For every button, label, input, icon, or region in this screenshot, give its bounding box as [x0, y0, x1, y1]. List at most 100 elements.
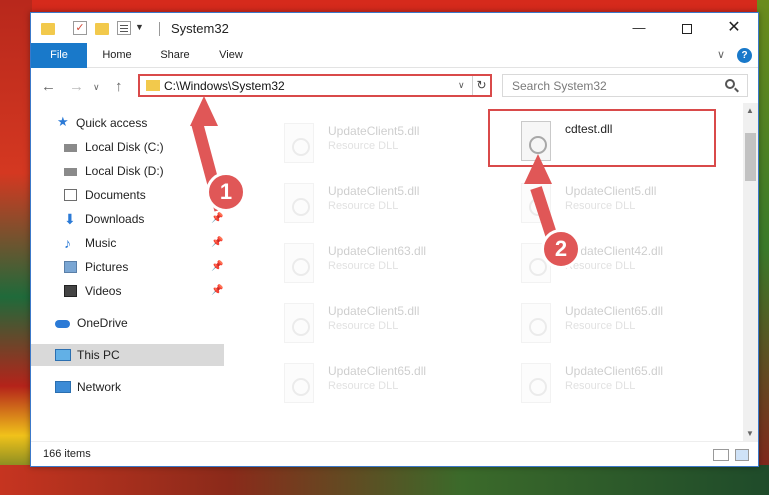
- sidebar-item-label: Documents: [85, 188, 146, 202]
- list-item[interactable]: UpdateClient5.dll Resource DLL: [493, 183, 718, 239]
- sidebar-item-label: OneDrive: [77, 316, 128, 330]
- list-item[interactable]: UpdateClient65.dll Resource DLL: [493, 363, 718, 419]
- sidebar-item-local-disk-d[interactable]: Local Disk (D:): [31, 160, 224, 182]
- documents-icon: [64, 189, 77, 201]
- pin-icon[interactable]: 📌: [211, 232, 223, 254]
- dll-file-icon: [284, 243, 314, 283]
- sidebar-item-onedrive[interactable]: OneDrive: [31, 312, 224, 334]
- computer-icon: [55, 349, 71, 361]
- search-icon[interactable]: [725, 79, 735, 89]
- star-icon: ★: [57, 114, 69, 129]
- quick-access-dropdown-icon[interactable]: ▼: [135, 22, 144, 38]
- properties-check-icon[interactable]: ✓: [73, 21, 87, 35]
- address-path[interactable]: C:\Windows\System32: [164, 79, 285, 93]
- customize-toolbar-icon[interactable]: [117, 21, 131, 35]
- sidebar-item-music[interactable]: ♪ Music 📌: [31, 232, 224, 254]
- sidebar-item-documents[interactable]: Documents: [31, 184, 224, 206]
- maximize-icon: [682, 23, 692, 34]
- tab-share[interactable]: Share: [155, 43, 195, 68]
- large-icons-view-icon[interactable]: [735, 449, 749, 461]
- new-folder-icon[interactable]: [95, 23, 109, 35]
- pin-icon[interactable]: 📌: [211, 256, 223, 278]
- file-name: UpdateClient5.dll: [328, 184, 420, 198]
- close-button[interactable]: ✕: [711, 13, 757, 43]
- file-type: Resource DLL: [328, 200, 399, 212]
- list-item[interactable]: UpdateClient5.dll Resource DLL: [256, 123, 481, 179]
- sidebar-item-label: Music: [85, 236, 117, 250]
- sidebar-item-network[interactable]: Network: [31, 376, 224, 398]
- help-icon[interactable]: ?: [737, 48, 752, 63]
- sidebar-item-label: Network: [77, 380, 122, 394]
- sidebar-item-this-pc[interactable]: This PC: [31, 344, 224, 366]
- back-button[interactable]: ←: [41, 78, 56, 95]
- tab-file[interactable]: File: [31, 43, 87, 68]
- sidebar-item-videos[interactable]: Videos 📌: [31, 280, 224, 302]
- list-item[interactable]: UpdateClient5.dll Resource DLL: [256, 303, 481, 359]
- minimize-button[interactable]: —: [616, 13, 662, 43]
- sidebar-item-label: Pictures: [85, 260, 129, 274]
- scroll-up-icon[interactable]: ▲: [746, 106, 754, 115]
- desktop-wallpaper-left: [0, 0, 32, 495]
- cloud-icon: [55, 320, 70, 328]
- list-item[interactable]: UpdateClient5.dll Resource DLL: [256, 183, 481, 239]
- tab-view[interactable]: View: [211, 43, 251, 68]
- annotation-badge-1: 1: [206, 172, 246, 212]
- forward-button[interactable]: →: [69, 78, 84, 95]
- title-bar: ✓ ▼ System32 — ✕: [31, 13, 758, 43]
- scroll-down-icon[interactable]: ▼: [746, 429, 754, 438]
- sidebar-item-label: This PC: [77, 348, 120, 362]
- scroll-thumb[interactable]: [745, 133, 756, 181]
- file-type: Resource DLL: [328, 380, 399, 392]
- search-input[interactable]: Search System32: [502, 74, 748, 97]
- tab-home[interactable]: Home: [95, 43, 139, 68]
- maximize-button[interactable]: [664, 13, 710, 43]
- sidebar-item-label: Videos: [85, 284, 122, 298]
- dll-file-icon: [284, 363, 314, 403]
- annotation-arrowhead-1: [190, 96, 218, 126]
- file-name: UpdateClient65.dll: [328, 364, 427, 378]
- videos-icon: [64, 285, 77, 297]
- desktop-wallpaper-bottom: [0, 465, 769, 495]
- expand-ribbon-icon[interactable]: ∨: [717, 48, 725, 61]
- file-name: UpdateClient63.dll: [328, 244, 427, 258]
- sidebar-item-label: Downloads: [85, 212, 145, 226]
- cdtest-highlight-box: [488, 109, 716, 167]
- address-bar[interactable]: C:\Windows\System32 ∨ ↻: [138, 74, 492, 97]
- refresh-button[interactable]: ↻: [472, 76, 490, 95]
- address-folder-icon: [146, 80, 160, 91]
- window-title: System32: [171, 21, 229, 36]
- up-button[interactable]: ↑: [115, 78, 123, 95]
- details-view-icon[interactable]: [713, 449, 729, 461]
- recent-locations-icon[interactable]: ∨: [93, 82, 100, 93]
- annotation-arrowhead-2: [524, 154, 552, 184]
- network-icon: [55, 381, 71, 393]
- pin-icon[interactable]: 📌: [211, 280, 223, 302]
- file-type: Resource DLL: [328, 260, 399, 272]
- search-placeholder: Search System32: [512, 79, 607, 93]
- list-item[interactable]: UpdateClient65.dll Resource DLL: [256, 363, 481, 419]
- ribbon-tabs: File Home Share View ∨ ?: [31, 43, 758, 68]
- folder-icon: [41, 23, 55, 35]
- sidebar-item-pictures[interactable]: Pictures 📌: [31, 256, 224, 278]
- vertical-scrollbar[interactable]: ▲ ▼: [743, 103, 758, 441]
- file-type: Resource DLL: [565, 380, 636, 392]
- file-name: UpdateClient65.dll: [565, 304, 664, 318]
- dll-file-icon: [521, 303, 551, 343]
- list-item[interactable]: UpdateClient63.dll Resource DLL: [256, 243, 481, 299]
- navigation-pane: ★ Quick access Local Disk (C:) Local Dis…: [31, 103, 226, 441]
- list-item[interactable]: UpdateClient42.dll Resource DLL: [493, 243, 718, 299]
- navigation-bar: ← → ∨ ↑ C:\Windows\System32 ∨ ↻ Search S…: [31, 69, 758, 103]
- file-list: UpdateClient5.dll Resource DLL cdtest.dl…: [226, 103, 743, 441]
- title-separator: [159, 22, 160, 36]
- file-name: UpdateClient65.dll: [565, 364, 664, 378]
- file-type: Resource DLL: [328, 320, 399, 332]
- dll-file-icon: [521, 363, 551, 403]
- file-name: UpdateClient5.dll: [328, 304, 420, 318]
- sidebar-item-label: Quick access: [76, 116, 148, 130]
- file-type: Resource DLL: [328, 140, 399, 152]
- address-dropdown-icon[interactable]: ∨: [458, 80, 465, 91]
- file-name: UpdateClient5.dll: [328, 124, 420, 138]
- sidebar-item-downloads[interactable]: ⬇ Downloads 📌: [31, 208, 224, 230]
- file-type: Resource DLL: [565, 200, 636, 212]
- list-item[interactable]: UpdateClient65.dll Resource DLL: [493, 303, 718, 359]
